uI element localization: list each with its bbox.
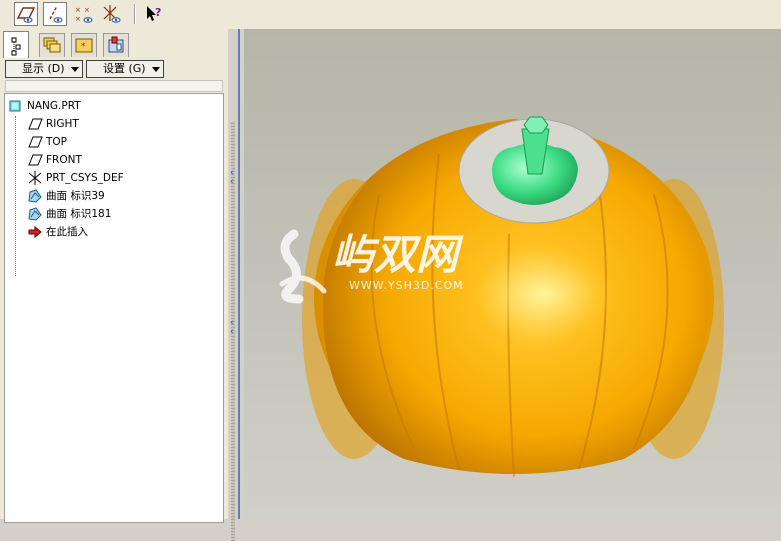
watermark-brand: 屿双网 [332, 230, 464, 279]
show-dropdown-label: 显示 (D) [22, 62, 65, 75]
tree-connector [15, 116, 16, 276]
datum-plane-icon [27, 135, 43, 149]
watermark-url: WWW.YSH3D.COM [349, 279, 464, 292]
navigator-tabs: * [3, 31, 225, 59]
model-tree-tab[interactable] [3, 31, 29, 58]
datum-axis-display-icon[interactable] [43, 2, 67, 26]
tree-item-label: TOP [46, 136, 68, 148]
surface-icon [27, 207, 43, 221]
datum-plane-icon [27, 153, 43, 167]
view-toolbar: × × × ? [0, 0, 781, 30]
surface-icon [27, 189, 43, 203]
tree-item-label: RIGHT [46, 118, 79, 130]
favorites-tab[interactable]: * [71, 33, 97, 57]
insert-here-arrow-icon [27, 225, 43, 239]
panel-splitter[interactable]: ‹ ‹ ‹ ‹ [228, 29, 244, 541]
model-tree: NANG.PRT RIGHT TOP FRONT PRT_CSYS_DEF 曲面… [4, 93, 224, 523]
coordinate-system-display-icon[interactable] [100, 2, 124, 26]
collapse-left-icon[interactable]: ‹ ‹ [230, 169, 234, 187]
toolbar-separator [134, 4, 136, 24]
tree-item-label: FRONT [46, 154, 82, 166]
tree-item-label: 在此插入 [46, 226, 88, 238]
show-dropdown[interactable]: 显示 (D) [5, 60, 83, 78]
settings-dropdown-label: 设置 (G) [103, 62, 146, 75]
svg-text:*: * [81, 42, 86, 52]
chevron-down-icon [152, 67, 160, 72]
svg-text:×: × [84, 6, 90, 14]
part-icon [8, 99, 24, 113]
pumpkin-model: 屿双网 WWW.YSH3D.COM [279, 116, 724, 478]
svg-text:×: × [75, 15, 81, 23]
datum-point-display-icon[interactable]: × × × [72, 2, 96, 26]
tree-column-header [5, 80, 223, 92]
folder-browser-tab[interactable] [39, 33, 65, 57]
tree-item-label: 曲面 标识181 [46, 208, 112, 220]
splitter-divider [238, 29, 240, 519]
datum-plane-display-icon[interactable] [14, 2, 38, 26]
tree-item-label: PRT_CSYS_DEF [46, 172, 124, 184]
chevron-down-icon [71, 67, 79, 72]
coordinate-system-icon [27, 171, 43, 185]
navigator-panel: * 显示 (D) 设置 (G) NANG.PRT RIGHT TOP FRONT… [0, 29, 228, 523]
collapse-left-icon[interactable]: ‹ ‹ [230, 319, 234, 337]
svg-text:?: ? [155, 6, 161, 19]
svg-text:×: × [75, 6, 81, 14]
settings-dropdown[interactable]: 设置 (G) [86, 60, 164, 78]
graphics-window[interactable]: 屿双网 WWW.YSH3D.COM [244, 29, 781, 519]
context-help-icon[interactable]: ? [142, 2, 166, 26]
connections-tab[interactable] [103, 33, 129, 57]
datum-plane-icon [27, 117, 43, 131]
tree-item-label: 曲面 标识39 [46, 190, 105, 202]
tree-root-label: NANG.PRT [27, 100, 81, 112]
